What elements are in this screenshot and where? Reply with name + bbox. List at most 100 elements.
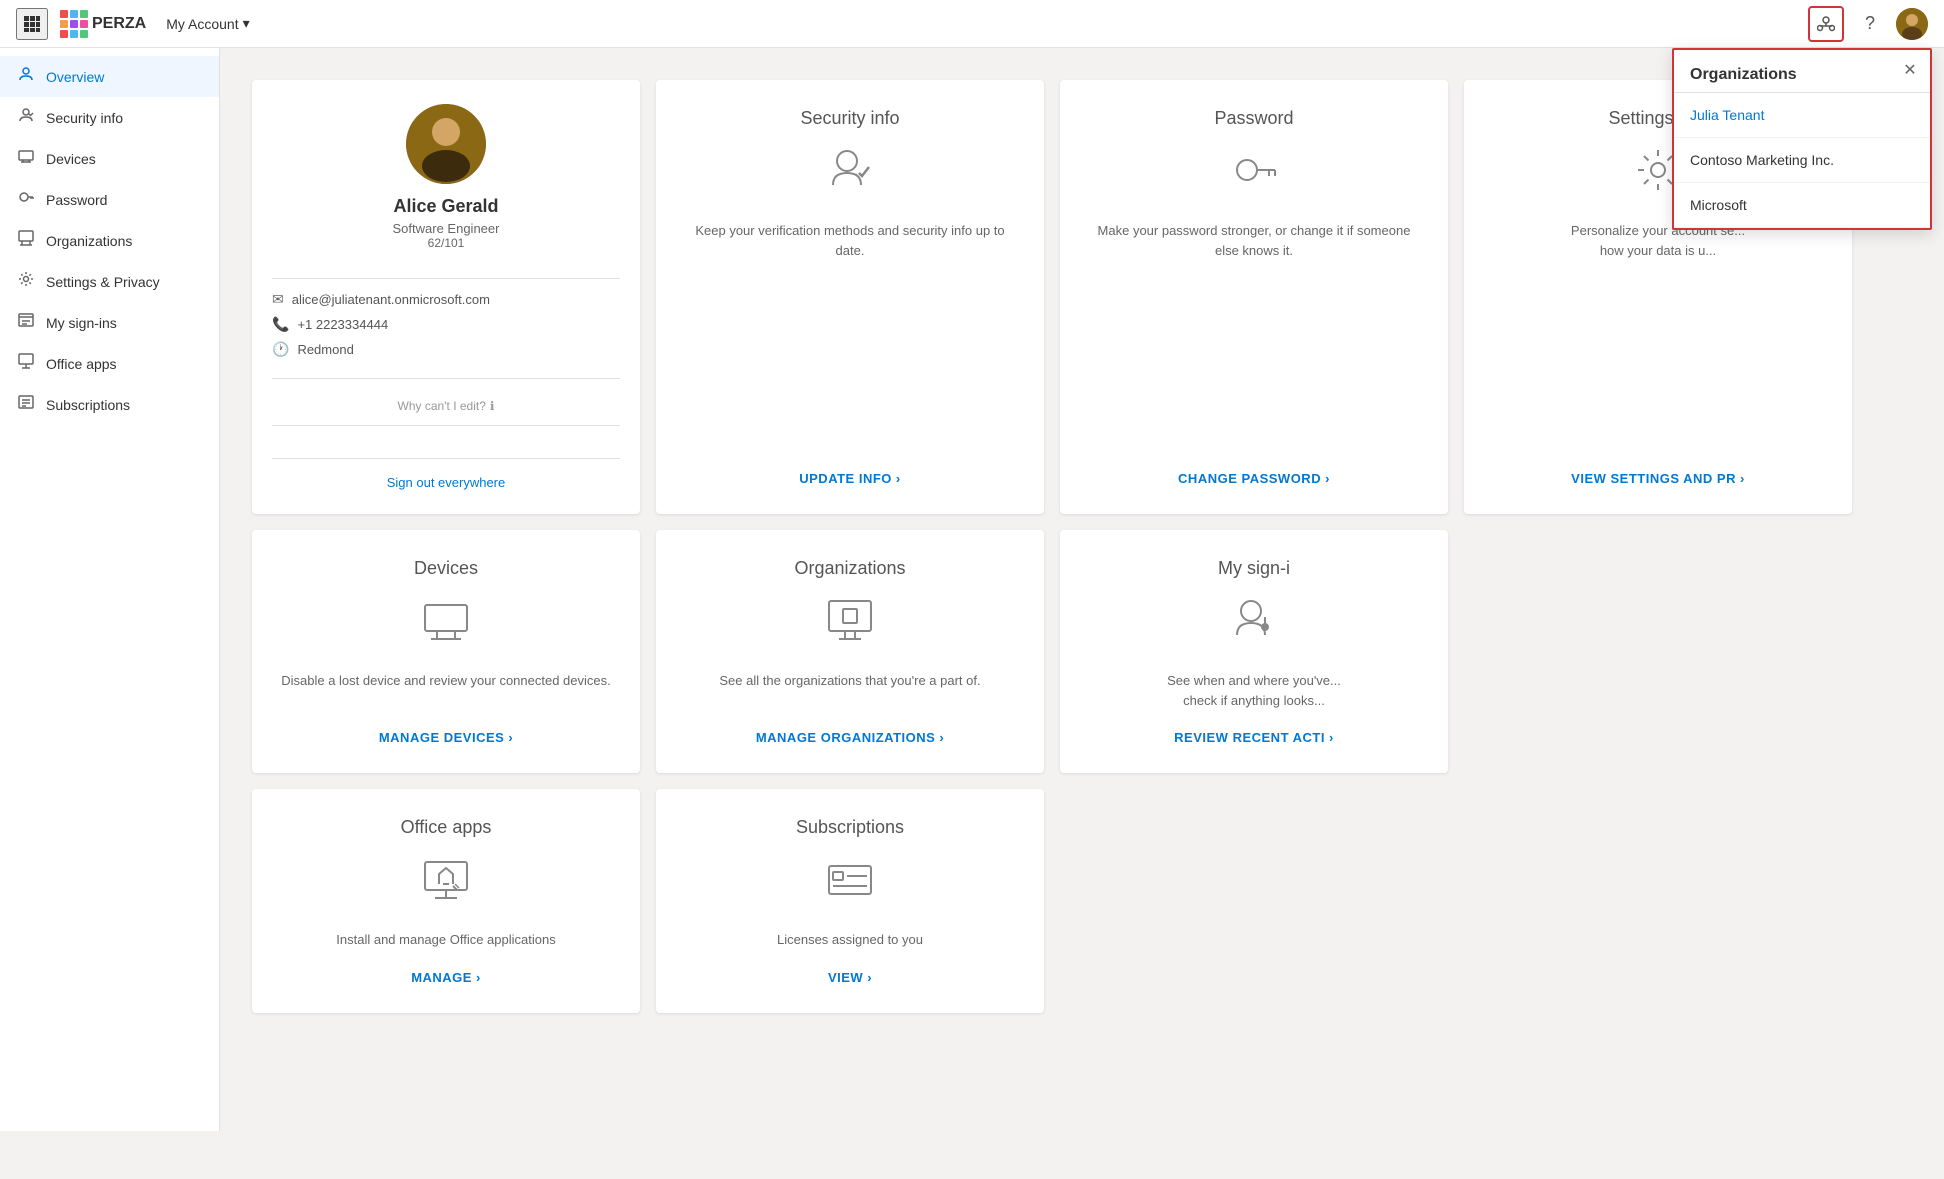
nav-left: PERZA My Account ▾ [16, 8, 250, 40]
card-title: Security info [800, 108, 899, 129]
email-icon: ✉ [272, 291, 284, 308]
sidebar-item-label: Subscriptions [46, 397, 130, 413]
card-description: Install and manage Office applications [336, 930, 555, 950]
card-action-link[interactable]: REVIEW RECENT ACTI › [1174, 730, 1334, 745]
organizations-icon [16, 230, 36, 251]
help-icon-button[interactable]: ? [1852, 6, 1888, 42]
sidebar-item-organizations[interactable]: Organizations [0, 220, 219, 261]
organizations-icon-button[interactable] [1808, 6, 1844, 42]
card-action-link[interactable]: VIEW SETTINGS AND PR › [1571, 471, 1745, 486]
password-card: Password Make your password stronger, or… [1060, 80, 1448, 514]
profile-card: Alice Gerald Software Engineer 62/101 ✉ … [252, 80, 640, 514]
sidebar-item-password[interactable]: Password [0, 179, 219, 220]
card-action-link[interactable]: MANAGE DEVICES › [379, 730, 513, 745]
card-action-link[interactable]: MANAGE › [411, 970, 481, 985]
app-grid-button[interactable] [16, 8, 48, 40]
devices-icon [16, 148, 36, 169]
sidebar-item-overview[interactable]: Overview [0, 56, 219, 97]
info-icon: ℹ [490, 399, 495, 413]
office-apps-card-icon [421, 854, 471, 914]
profile-location-item: 🕐 Redmond [272, 341, 620, 358]
org-item-name: Julia Tenant [1690, 107, 1764, 123]
card-description: See when and where you've...check if any… [1167, 671, 1341, 710]
org-item-microsoft[interactable]: Microsoft [1674, 183, 1930, 228]
sidebar-item-security-info[interactable]: Security info [0, 97, 219, 138]
devices-card: Devices Disable a lost device and review… [252, 530, 640, 773]
sidebar-item-office-apps[interactable]: Office apps [0, 343, 219, 384]
profile-location: Redmond [297, 342, 353, 357]
arrow-icon: › [939, 730, 944, 745]
profile-email-item: ✉ alice@juliatenant.onmicrosoft.com [272, 291, 620, 308]
sidebar-item-settings-privacy[interactable]: Settings & Privacy [0, 261, 219, 302]
card-title: My sign-i [1218, 558, 1290, 579]
sidebar-item-label: Settings & Privacy [46, 274, 160, 290]
my-sign-ins-card: My sign-i See when and where you've...ch… [1060, 530, 1448, 773]
password-card-icon [1229, 145, 1279, 205]
card-description: Make your password stronger, or change i… [1084, 221, 1424, 451]
top-nav: PERZA My Account ▾ ? [0, 0, 1944, 48]
sidebar-item-label: Security info [46, 110, 123, 126]
dot [60, 20, 68, 28]
office-apps-icon [16, 353, 36, 374]
sidebar-item-devices[interactable]: Devices [0, 138, 219, 179]
card-action-label: MANAGE DEVICES [379, 730, 504, 745]
sidebar-item-label: Overview [46, 69, 104, 85]
org-panel-close-button[interactable]: ✕ [1898, 58, 1922, 82]
org-item-name: Contoso Marketing Inc. [1690, 152, 1834, 168]
overview-icon [16, 66, 36, 87]
dot [80, 10, 88, 18]
arrow-icon: › [1740, 471, 1745, 486]
organizations-card: Organizations See all the organizations … [656, 530, 1044, 773]
card-description: See all the organizations that you're a … [719, 671, 980, 710]
arrow-icon: › [508, 730, 513, 745]
my-account-button[interactable]: My Account ▾ [166, 15, 249, 32]
org-panel-header: Organizations [1674, 50, 1930, 93]
profile-fraction: 62/101 [428, 236, 465, 250]
profile-title: Software Engineer [393, 221, 500, 236]
card-action-label: REVIEW RECENT ACTI [1174, 730, 1325, 745]
dot [80, 20, 88, 28]
help-icon: ? [1865, 13, 1875, 34]
dot [70, 10, 78, 18]
sign-ins-card-icon [1229, 595, 1279, 655]
card-action-label: CHANGE PASSWORD [1178, 471, 1321, 486]
password-icon [16, 189, 36, 210]
profile-divider-2 [272, 378, 620, 379]
sidebar-item-subscriptions[interactable]: Subscriptions [0, 384, 219, 425]
sign-ins-icon [16, 312, 36, 333]
card-description: Keep your verification methods and secur… [680, 221, 1020, 451]
sign-out-link[interactable]: Sign out everywhere [272, 458, 620, 490]
office-apps-card: Office apps Install and manage Office ap… [252, 789, 640, 1013]
card-action-link[interactable]: CHANGE PASSWORD › [1178, 471, 1330, 486]
subscriptions-card: Subscriptions Licenses assigned to you V… [656, 789, 1044, 1013]
profile-phone-item: 📞 +1 2223334444 [272, 316, 620, 333]
arrow-icon: › [476, 970, 481, 985]
card-action-link[interactable]: MANAGE ORGANIZATIONS › [756, 730, 944, 745]
organizations-panel: Organizations ✕ Julia Tenant Contoso Mar… [1672, 48, 1932, 230]
profile-divider [272, 278, 620, 279]
dot [60, 30, 68, 38]
card-title: Office apps [401, 817, 492, 838]
dot [60, 10, 68, 18]
phone-icon: 📞 [272, 316, 289, 333]
card-action-label: VIEW [828, 970, 863, 985]
subscriptions-card-icon [825, 854, 875, 914]
org-item-contoso[interactable]: Contoso Marketing Inc. [1674, 138, 1930, 183]
why-cant-edit[interactable]: Why can't I edit? ℹ [398, 399, 495, 413]
card-title: Devices [414, 558, 478, 579]
card-action-link[interactable]: UPDATE INFO › [799, 471, 901, 486]
card-action-link[interactable]: VIEW › [828, 970, 872, 985]
why-cant-edit-text: Why can't I edit? [398, 399, 486, 413]
org-item-julia-tenant[interactable]: Julia Tenant [1674, 93, 1930, 138]
arrow-icon: › [1329, 730, 1334, 745]
sidebar-item-label: Office apps [46, 356, 117, 372]
user-avatar-button[interactable] [1896, 8, 1928, 40]
nav-right: ? [1808, 6, 1928, 42]
my-account-label: My Account [166, 16, 238, 32]
sidebar-item-label: Password [46, 192, 107, 208]
dot [70, 30, 78, 38]
sidebar-item-my-sign-ins[interactable]: My sign-ins [0, 302, 219, 343]
card-title: Password [1214, 108, 1293, 129]
sidebar-item-label: My sign-ins [46, 315, 117, 331]
bottom-cards-row: Office apps Install and manage Office ap… [252, 789, 1852, 1013]
